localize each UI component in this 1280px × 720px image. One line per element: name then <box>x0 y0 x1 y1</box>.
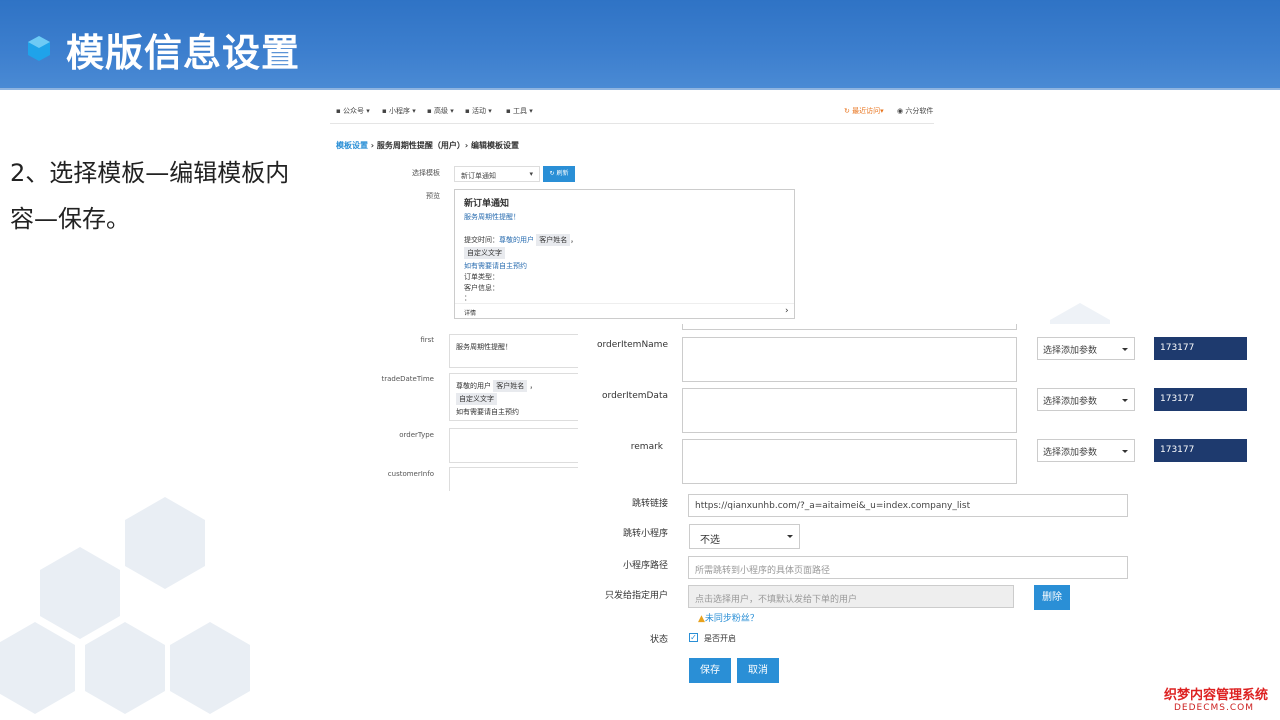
param-badge: 173177 <box>1154 388 1247 411</box>
first-field[interactable]: 服务周期性提醒！ <box>449 334 589 368</box>
preview-line: 客户信息： <box>464 284 499 292</box>
slide-title: 模版信息设置 <box>66 31 301 75</box>
breadcrumb-link[interactable]: 模板设置 <box>336 141 368 150</box>
trade-date-time-field[interactable]: 尊敬的用户 客户姓名 ， 自定义文字 如有需要请自主预约 <box>449 373 589 421</box>
nav-item-advanced[interactable]: ▪ 高级 ▾ <box>427 106 454 116</box>
nav-item-mini-program[interactable]: ▪ 小程序 ▾ <box>382 106 416 116</box>
jump-link-label: 跳转链接 <box>631 499 668 509</box>
preview-detail[interactable]: 详情 <box>464 308 476 317</box>
watermark-line2: DEDECMS.COM <box>1174 703 1254 713</box>
select-template-label: 选择模板 <box>412 169 440 177</box>
param-badge: 173177 <box>1154 439 1247 462</box>
preview-title: 新订单通知 <box>464 199 510 209</box>
nav-item-activity[interactable]: ▪ 活动 ▾ <box>465 106 492 116</box>
caret-down-icon <box>1122 399 1128 402</box>
row-label-order-item-name: orderItemName <box>596 340 668 350</box>
order-item-name-textarea[interactable] <box>682 337 1017 382</box>
preview-line: 订单类型： <box>464 273 499 281</box>
chevron-right-icon: › <box>785 306 789 316</box>
slide-body-line: 2、选择模板—编辑模板内 <box>10 159 290 187</box>
sync-warning-link[interactable]: ▲未同步粉丝？ <box>698 611 759 624</box>
preview-chip: 自定义文字 <box>464 247 505 259</box>
status-option-label: 是否开启 <box>704 634 736 643</box>
previous-textarea[interactable] <box>682 324 1017 330</box>
field-label-order-type: orderType <box>399 431 434 439</box>
field-label-customer-info: customerInfo <box>387 470 434 478</box>
template-preview: 新订单通知 服务周期性提醒！ 提交时间：尊敬的用户 客户姓名， 自定义文字 如有… <box>454 189 795 319</box>
status-label: 状态 <box>649 635 668 645</box>
watermark-line1: 织梦内容管理系统 <box>1164 688 1269 703</box>
field-label-first: first <box>420 336 434 344</box>
jump-mini-select[interactable]: 不选 <box>689 524 800 549</box>
jump-link-input[interactable]: https://qianxunhb.com/?_a=aitaimei&_u=in… <box>688 494 1128 517</box>
refresh-button[interactable]: ↻ 刷新 <box>543 166 575 182</box>
top-navigation: ▪ 公众号 ▾ ▪ 小程序 ▾ ▪ 高级 ▾ ▪ 活动 ▾ ▪ 工具 ▾ ↻ 最… <box>330 98 934 124</box>
order-item-data-textarea[interactable] <box>682 388 1017 433</box>
status-checkbox[interactable]: ✓ <box>689 633 698 642</box>
preview-chip: 客户姓名 <box>536 234 571 246</box>
warning-icon: ▲ <box>698 614 705 624</box>
add-param-select[interactable]: 选择添加参数 <box>1037 388 1135 411</box>
template-editor-screenshot-bottom: orderItemName 选择添加参数 173177 orderItemDat… <box>578 324 1247 699</box>
mini-path-input[interactable]: 所需跳转到小程序的具体页面路径 <box>688 556 1128 579</box>
divider <box>455 303 794 304</box>
caret-down-icon <box>1122 348 1128 351</box>
mini-path-label: 小程序路径 <box>622 561 668 571</box>
add-param-select[interactable]: 选择添加参数 <box>1037 439 1135 462</box>
only-user-label: 只发给指定用户 <box>604 591 668 601</box>
watermark: 织梦内容管理系统 DEDECMS.COM <box>1160 684 1280 720</box>
row-label-order-item-data: orderItemData <box>602 391 668 401</box>
save-button[interactable]: 保存 <box>689 658 731 683</box>
customer-info-field[interactable] <box>449 467 589 491</box>
breadcrumb: 模板设置 › 服务周期性提醒（用户）› 编辑模板设置 <box>336 140 519 151</box>
preview-line: 如有需要请自主预约 <box>464 262 527 270</box>
order-type-field[interactable] <box>449 428 589 463</box>
nav-item-official-account[interactable]: ▪ 公众号 ▾ <box>336 106 370 116</box>
param-badge: 173177 <box>1154 337 1247 360</box>
delete-button[interactable]: 删除 <box>1034 585 1070 610</box>
slide-body-text: 2、选择模板—编辑模板内 容—保存。 <box>10 150 310 242</box>
jump-mini-label: 跳转小程序 <box>622 529 668 539</box>
breadcrumb-rest: › 服务周期性提醒（用户）› 编辑模板设置 <box>370 141 519 150</box>
preview-line: 自定义文字 <box>464 247 505 259</box>
preview-line: ： <box>464 294 471 302</box>
preview-line: 提交时间：尊敬的用户 客户姓名， <box>464 234 578 246</box>
row-label-remark: remark <box>630 442 663 452</box>
preview-label: 预览 <box>426 192 440 200</box>
field-label-trade-date-time: tradeDateTime <box>381 375 434 383</box>
nav-item-account[interactable]: ◉ 六分软件 <box>897 106 933 116</box>
cancel-button[interactable]: 取消 <box>737 658 779 683</box>
remark-textarea[interactable] <box>682 439 1017 484</box>
chevron-down-icon: ▾ <box>529 170 533 178</box>
nav-item-recent[interactable]: ↻ 最近访问▾ <box>844 106 884 116</box>
add-param-select[interactable]: 选择添加参数 <box>1037 337 1135 360</box>
only-user-input[interactable]: 点击选择用户，不填默认发给下单的用户 <box>688 585 1014 608</box>
template-select[interactable]: 新订单通知 ▾ <box>454 166 540 182</box>
nav-item-tools[interactable]: ▪ 工具 ▾ <box>506 106 533 116</box>
slide-body-line: 容—保存。 <box>10 205 130 233</box>
slide-title-bar: 模版信息设置 <box>0 0 1280 90</box>
preview-subtitle: 服务周期性提醒！ <box>464 213 520 221</box>
caret-down-icon <box>1122 450 1128 453</box>
caret-down-icon <box>787 535 793 538</box>
hexagon-icon <box>28 36 50 61</box>
background-hexagons <box>0 497 250 714</box>
